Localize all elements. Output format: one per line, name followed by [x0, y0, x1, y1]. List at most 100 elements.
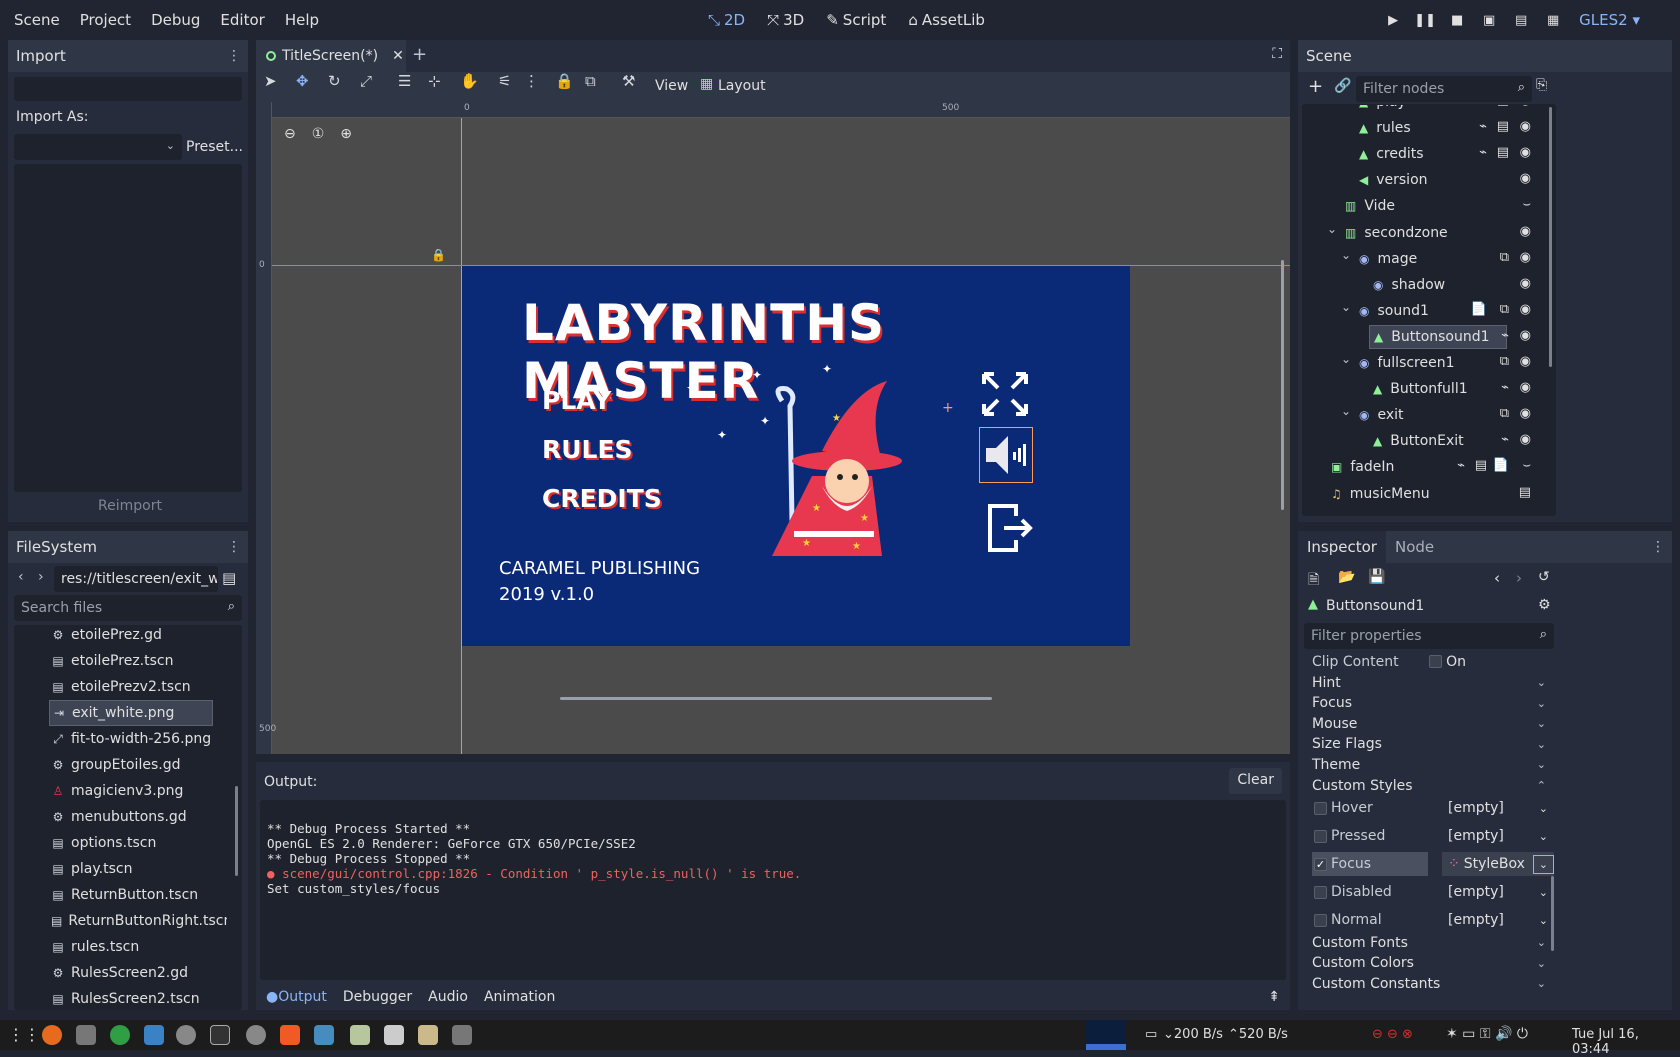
focus-checkbox[interactable]: ✓: [1314, 857, 1327, 871]
disabled-value-picker[interactable]: [empty] ⌄: [1442, 880, 1554, 904]
group-icon[interactable]: ⧉: [585, 72, 596, 90]
scene-node-rules[interactable]: ▲ rules ◉ ▤ ⌁: [1303, 115, 1545, 141]
pivot-tool-icon[interactable]: ⊹: [428, 72, 441, 90]
zoom-reset-icon[interactable]: ①: [312, 126, 325, 142]
menu-editor[interactable]: Editor: [210, 0, 274, 40]
chevron-down-icon[interactable]: ⌄: [1539, 830, 1548, 843]
app-icon[interactable]: [452, 1025, 472, 1045]
chevron-down-icon[interactable]: ⌄: [1532, 854, 1554, 874]
eye-icon[interactable]: ◉: [1520, 145, 1531, 160]
section-hint[interactable]: Hint ⌄: [1302, 672, 1556, 693]
search-files-input[interactable]: Search files ⌕: [14, 595, 242, 621]
group-icon[interactable]: ⧉: [1500, 406, 1509, 421]
menu-debug[interactable]: Debug: [141, 0, 210, 40]
history-forward-icon[interactable]: ›: [1516, 569, 1522, 587]
file-item[interactable]: ▤ ReturnButtonRight.tscn: [15, 908, 227, 934]
terminal-icon[interactable]: [210, 1025, 230, 1045]
menu-project[interactable]: Project: [70, 0, 141, 40]
focus-value-picker[interactable]: ⁘ StyleBox ⌄: [1442, 852, 1554, 876]
clapper-icon[interactable]: ▤: [1497, 145, 1509, 160]
eye-icon[interactable]: ◉: [1520, 302, 1531, 317]
fullscreen-icon[interactable]: ⛶: [1272, 46, 1282, 62]
file-item[interactable]: ▤ RulesScreen2.tscn: [15, 986, 227, 1009]
open-resource-icon[interactable]: 📂: [1338, 569, 1355, 585]
chrome-icon[interactable]: [110, 1025, 130, 1045]
normal-checkbox[interactable]: [1314, 913, 1327, 927]
file-item[interactable]: ♙ magicienv3.png: [15, 778, 227, 804]
section-size-flags[interactable]: Size Flags ⌄: [1302, 734, 1556, 755]
scene-node-sound1[interactable]: ⌄ ◉ sound1 ◉ ⧉ 📄: [1303, 298, 1545, 324]
clapper-icon[interactable]: ▤: [1519, 485, 1531, 500]
scene-node-buttonsound1[interactable]: ▲ Buttonsound1 ◉ ⌁: [1303, 324, 1545, 350]
split-view-icon[interactable]: ▤: [222, 569, 236, 587]
tab-inspector[interactable]: Inspector: [1298, 531, 1386, 563]
move-tool-icon[interactable]: ✥: [296, 72, 309, 90]
expand-icon[interactable]: ⌄: [1341, 248, 1351, 262]
tab-debugger[interactable]: Debugger: [343, 989, 412, 1005]
view-menu[interactable]: View: [655, 78, 688, 94]
import-as-select[interactable]: ⌄: [14, 134, 182, 160]
normal-value-picker[interactable]: [empty] ⌄: [1442, 908, 1554, 932]
file-item[interactable]: ⚙ menubuttons.gd: [15, 804, 227, 830]
eye-icon[interactable]: ◉: [1520, 432, 1531, 447]
network-icon[interactable]: [144, 1025, 164, 1045]
group-icon[interactable]: ⧉: [1500, 302, 1509, 317]
scrollbar[interactable]: [1549, 107, 1552, 367]
eye-icon[interactable]: ◉: [1520, 105, 1531, 108]
eye-icon[interactable]: ◉: [1520, 224, 1531, 239]
mode-script-button[interactable]: ✎ Script: [818, 11, 894, 29]
play-scene-icon[interactable]: ▣: [1477, 8, 1501, 32]
tab-node[interactable]: Node: [1386, 538, 1443, 556]
expand-icon[interactable]: ⌄: [1327, 222, 1337, 236]
section-custom-constants[interactable]: Custom Constants ⌄: [1302, 973, 1556, 994]
scrollbar[interactable]: [235, 786, 238, 876]
file-item[interactable]: ⤢ fit-to-width-256.png: [15, 726, 227, 752]
tray-icons[interactable]: ✶ ▭ ⚿ 🔊 ⏻: [1446, 1026, 1528, 1042]
menu-help[interactable]: Help: [275, 0, 329, 40]
lock-icon[interactable]: 🔒: [555, 72, 574, 90]
section-custom-styles[interactable]: Custom Styles ⌃: [1302, 775, 1556, 796]
section-custom-colors[interactable]: Custom Colors ⌄: [1302, 953, 1556, 974]
mode-3d-button[interactable]: ⤧ 3D: [759, 11, 812, 29]
vertical-scrollbar[interactable]: [1281, 260, 1284, 510]
display-icon[interactable]: ▭: [1145, 1027, 1157, 1042]
clapper-icon[interactable]: ▤: [1497, 119, 1509, 134]
play-icon[interactable]: ▶: [1381, 8, 1405, 32]
disabled-checkbox[interactable]: [1314, 885, 1327, 899]
stop-icon[interactable]: ■: [1445, 8, 1469, 32]
close-icon[interactable]: ✕: [392, 48, 404, 64]
file-item[interactable]: ⇥ exit_white.png: [49, 700, 213, 726]
horizontal-scrollbar[interactable]: [560, 697, 992, 700]
scene-node-buttonexit[interactable]: ▲ ButtonExit ◉ ⌁: [1303, 428, 1545, 454]
section-mouse[interactable]: Mouse ⌄: [1302, 713, 1556, 734]
renderer-select[interactable]: GLES2 ▾: [1579, 11, 1640, 29]
eye-icon[interactable]: ◉: [1520, 328, 1531, 343]
scene-node-secondzone[interactable]: ⌄ ▥ secondzone ◉: [1303, 220, 1545, 246]
scene-node-fadein[interactable]: ▣ fadeIn ⌣ 📄 ▤ ⌁: [1303, 454, 1545, 480]
file-item[interactable]: ⚙ etoilePrez.gd: [15, 626, 227, 648]
file-item[interactable]: ⚙ RulesScreen2.gd: [15, 960, 227, 986]
scrollbar[interactable]: [1551, 876, 1554, 951]
file-item[interactable]: ▤ ReturnButton.tscn: [15, 882, 227, 908]
hover-value-picker[interactable]: [empty] ⌄: [1442, 796, 1554, 820]
tab-titlescreen[interactable]: TitleScreen(*) ✕: [256, 40, 406, 72]
pin-panel-icon[interactable]: ⇞: [1268, 989, 1280, 1005]
back-arrow-icon[interactable]: ‹: [18, 569, 24, 585]
script-icon[interactable]: 📄: [1471, 302, 1487, 317]
scene-node-mage[interactable]: ⌄ ◉ mage ◉ ⧉: [1303, 246, 1545, 272]
file-item[interactable]: ▤ play.tscn: [15, 856, 227, 882]
file-item[interactable]: ▤ etoilePrez.tscn: [15, 648, 227, 674]
history-icon[interactable]: ↺: [1538, 569, 1550, 585]
mode-assetlib-button[interactable]: ⌂ AssetLib: [900, 11, 993, 29]
history-back-icon[interactable]: ‹: [1494, 569, 1500, 587]
file-item[interactable]: ▤ rules.tscn: [15, 934, 227, 960]
zoom-in-icon[interactable]: ⊕: [340, 126, 352, 142]
list-tool-icon[interactable]: ☰: [398, 72, 411, 90]
scene-node-fullscreen1[interactable]: ⌄ ◉ fullscreen1 ◉ ⧉: [1303, 350, 1545, 376]
eye-icon[interactable]: ◉: [1520, 171, 1531, 186]
section-custom-fonts[interactable]: Custom Fonts ⌄: [1302, 932, 1556, 953]
expand-icon[interactable]: ⌄: [1341, 352, 1351, 366]
expand-icon[interactable]: ⌄: [1341, 300, 1351, 314]
script-icon[interactable]: 📄: [1493, 458, 1509, 473]
rotate-tool-icon[interactable]: ↻: [328, 72, 341, 90]
